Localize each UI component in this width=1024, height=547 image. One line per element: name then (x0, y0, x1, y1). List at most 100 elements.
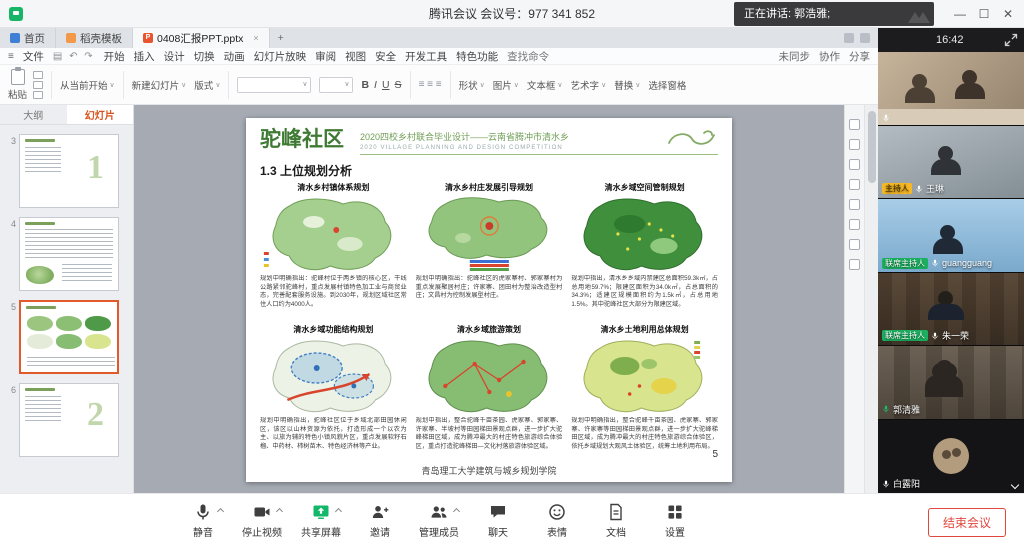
menu-item-5[interactable]: 幻灯片放映 (254, 49, 307, 64)
chat-label: 聊天 (488, 524, 508, 539)
font-name-combobox[interactable] (237, 77, 311, 93)
scrollbar-thumb[interactable] (868, 111, 876, 183)
strikethrough-button[interactable]: S (395, 79, 402, 91)
outline-tab[interactable]: 大纲 (0, 105, 67, 124)
menu-item-6[interactable]: 审阅 (315, 49, 336, 64)
panel-caption: 规划中明确指出：驼峰村位于两乡镇的核心区，干线公路紧邻驼峰村，重点发展村镇特色加… (260, 275, 407, 319)
paste-button[interactable]: 粘贴 (8, 69, 27, 101)
emoji-button[interactable]: 表情 (534, 503, 580, 539)
participant-tile-1[interactable] (878, 52, 1024, 126)
bold-button[interactable]: B (361, 79, 369, 91)
new-slide-button[interactable]: 新建幻灯片∨ (132, 78, 187, 92)
replace-button[interactable]: 替换∨ (614, 78, 640, 92)
current-slide[interactable]: 驼峰社区 2020四校乡村联合毕业设计——云南省腾冲市清水乡 2020 VILL… (246, 118, 732, 482)
shapes-button[interactable]: 形状∨ (459, 78, 485, 92)
stop-video-button[interactable]: 停止视频 (239, 503, 285, 539)
close-document-icon[interactable]: × (253, 33, 258, 43)
vertical-scrollbar[interactable] (864, 105, 878, 547)
slide-thumbnail-4[interactable] (19, 217, 119, 291)
menu-item-8[interactable]: 安全 (375, 49, 396, 64)
slide-thumbnail-3[interactable]: 1 (19, 134, 119, 208)
comment-icon[interactable] (849, 219, 860, 230)
cloud-ornament-icon (666, 128, 718, 150)
share-button[interactable]: 分享 (849, 49, 870, 64)
selection-pane-button[interactable]: 选择窗格 (648, 78, 686, 92)
picture-button[interactable]: 图片∨ (493, 78, 519, 92)
members-options-caret[interactable] (453, 507, 460, 514)
expand-icon[interactable] (1004, 33, 1018, 47)
video-options-caret[interactable] (276, 507, 283, 514)
docs-label: 文档 (606, 524, 626, 539)
settings-button[interactable]: 设置 (652, 503, 698, 539)
menu-item-4[interactable]: 动画 (224, 49, 245, 64)
collaborate-button[interactable]: 协作 (819, 49, 840, 64)
alignment-buttons[interactable]: ≡ ≡ ≡ (419, 79, 442, 90)
slide-layout-button[interactable]: 版式∨ (194, 78, 220, 92)
mute-button[interactable]: 静音 (180, 503, 226, 539)
person-silhouette (938, 291, 964, 320)
menu-item-2[interactable]: 设计 (164, 49, 185, 64)
manage-members-button[interactable]: 管理成员 (416, 503, 462, 539)
quick-access-icons[interactable]: ▤ ↶ ↷ (53, 51, 95, 62)
close-button[interactable]: ✕ (996, 3, 1020, 25)
new-document-tab-button[interactable]: + (270, 28, 292, 48)
underline-button[interactable]: U (382, 79, 390, 91)
cohost-badge: 联席主持人 (882, 258, 928, 269)
participant-tile-4[interactable]: 联席主持人 朱一荣 (878, 273, 1024, 347)
menu-item-3[interactable]: 切换 (194, 49, 215, 64)
properties-icon[interactable] (849, 119, 860, 130)
textbox-button[interactable]: 文本框∨ (527, 78, 563, 92)
participant-tile-3[interactable]: 联席主持人 guangguang (878, 199, 1024, 273)
menu-file[interactable]: 文件 (23, 49, 44, 64)
plan-panel-5: 清水乡域旅游策划 规划中指出，整合驼峰千亩茶园、虎家寨、郭家寨、许家寨、半坡村等… (416, 324, 563, 461)
font-size-combobox[interactable] (319, 77, 353, 93)
menu-item-10[interactable]: 特色功能 (456, 49, 498, 64)
italic-button[interactable]: I (374, 79, 377, 91)
docs-button[interactable]: 文档 (593, 503, 639, 539)
collapse-videos-chevron-icon[interactable] (1011, 481, 1019, 489)
menu-item-9[interactable]: 开发工具 (405, 49, 447, 64)
end-meeting-button[interactable]: 结束会议 (928, 508, 1006, 537)
slides-tab[interactable]: 幻灯片 (67, 105, 134, 124)
play-from-current-button[interactable]: 从当前开始∨ (60, 78, 115, 92)
invite-button[interactable]: 邀请 (357, 503, 403, 539)
animation-pane-icon[interactable] (849, 139, 860, 150)
cut-copy-formatpainter-icons[interactable] (33, 71, 43, 99)
skin-icon[interactable] (860, 33, 870, 43)
color-scheme-icon[interactable] (849, 159, 860, 170)
hamburger-icon[interactable]: ≡ (8, 51, 14, 62)
slide-canvas: 驼峰社区 2020四校乡村联合毕业设计——云南省腾冲市清水乡 2020 VILL… (134, 105, 844, 547)
wps-document-tab[interactable]: P0408汇报PPT.pptx× (133, 28, 270, 48)
replace-label: 替换 (614, 78, 633, 92)
menu-item-7[interactable]: 视图 (345, 49, 366, 64)
wordart-button[interactable]: 艺术字∨ (571, 78, 607, 92)
meeting-window: 腾讯会议 会议号：977 341 852 正在讲话: 郭浩雅; — ☐ ✕ 首页… (0, 0, 1024, 547)
plan-panel-3: 清水乡域空间管制规划 规划中指出，清水乡乡域内禁建区总面积59.3k㎡，占总用地… (571, 182, 718, 319)
minimize-button[interactable]: — (948, 3, 972, 25)
notes-icon[interactable] (849, 199, 860, 210)
chat-button[interactable]: 聊天 (475, 503, 521, 539)
participant-tile-6[interactable]: 白露阳 (878, 420, 1024, 494)
slide-thumbnail-5-selected[interactable] (19, 300, 119, 374)
mute-options-caret[interactable] (217, 507, 224, 514)
more-tools-icon[interactable] (849, 259, 860, 270)
panel-caption: 规划中指出，清水乡乡域内禁建区总面积59.3k㎡，占总用地59.7%；限建区面积… (571, 275, 718, 319)
participant-tile-2[interactable]: 主持人 王琳 (878, 126, 1024, 200)
find-command[interactable]: 查找命令 (507, 49, 549, 64)
participant-tile-5[interactable]: 郭清雅 (878, 346, 1024, 420)
help-icon[interactable] (849, 239, 860, 250)
menu-item-1[interactable]: 插入 (134, 49, 155, 64)
wps-home-tab[interactable]: 首页 (0, 28, 56, 48)
object-layer-icon[interactable] (849, 179, 860, 190)
menu-item-0[interactable]: 开始 (104, 49, 125, 64)
share-options-caret[interactable] (335, 507, 342, 514)
account-icon[interactable] (844, 33, 854, 43)
sync-status[interactable]: 未同步 (779, 49, 811, 64)
slide-thumbnail-6[interactable]: 2 (19, 383, 119, 457)
maximize-button[interactable]: ☐ (972, 3, 996, 25)
microphone-icon (194, 503, 212, 521)
participant-name: 朱一荣 (942, 329, 969, 342)
share-screen-button[interactable]: 共享屏幕 (298, 503, 344, 539)
slide-community-title: 驼峰社区 (260, 128, 344, 151)
wps-templates-tab[interactable]: 稻壳模板 (56, 28, 133, 48)
